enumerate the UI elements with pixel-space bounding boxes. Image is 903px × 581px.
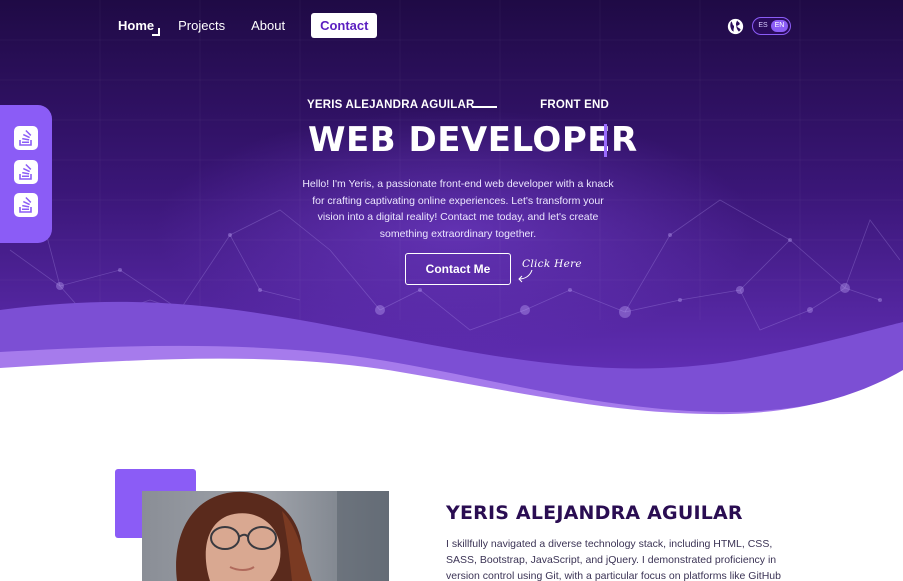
subtitle-divider xyxy=(473,106,497,108)
nav-home[interactable]: Home xyxy=(118,18,161,36)
typing-caret xyxy=(604,124,607,157)
hero-title: WEB DEVELOPER xyxy=(308,120,638,160)
nav-home-label: Home xyxy=(118,18,155,33)
active-indicator xyxy=(152,28,161,36)
lang-en-option[interactable]: EN xyxy=(771,20,788,32)
hero-role: FRONT END xyxy=(540,99,609,111)
social-sidebar xyxy=(0,105,52,243)
hero-subtitle: YERIS ALEJANDRA AGUILAR FRONT END xyxy=(307,99,609,115)
hero-description: Hello! I'm Yeris, a passionate front-end… xyxy=(302,178,614,240)
stack-overflow-icon xyxy=(19,163,32,180)
social-link-2[interactable] xyxy=(14,160,38,184)
lang-es-option[interactable]: ES xyxy=(756,20,770,32)
nav-projects[interactable]: Projects xyxy=(178,18,225,33)
contact-me-button[interactable]: Contact Me xyxy=(405,253,511,285)
stack-overflow-icon xyxy=(19,129,32,146)
hero-name: YERIS ALEJANDRA AGUILAR xyxy=(307,99,475,111)
about-heading: YERIS ALEJANDRA AGUILAR xyxy=(446,502,743,524)
social-link-3[interactable] xyxy=(14,193,38,217)
stack-overflow-icon xyxy=(19,196,32,213)
about-paragraph: I skillfully navigated a diverse technol… xyxy=(446,538,781,581)
profile-photo xyxy=(142,491,389,581)
main-nav: Home Projects About Contact xyxy=(118,13,378,38)
profile-photo-image xyxy=(142,491,389,581)
nav-about[interactable]: About xyxy=(251,18,285,33)
language-toggle[interactable]: ES EN xyxy=(752,17,791,35)
nav-contact-button[interactable]: Contact xyxy=(311,13,378,38)
portfolio-page: Home Projects About Contact ES EN YERIS … xyxy=(0,0,903,581)
globe-icon[interactable] xyxy=(727,18,744,35)
social-link-1[interactable] xyxy=(14,126,38,150)
curved-arrow-icon xyxy=(518,269,533,283)
